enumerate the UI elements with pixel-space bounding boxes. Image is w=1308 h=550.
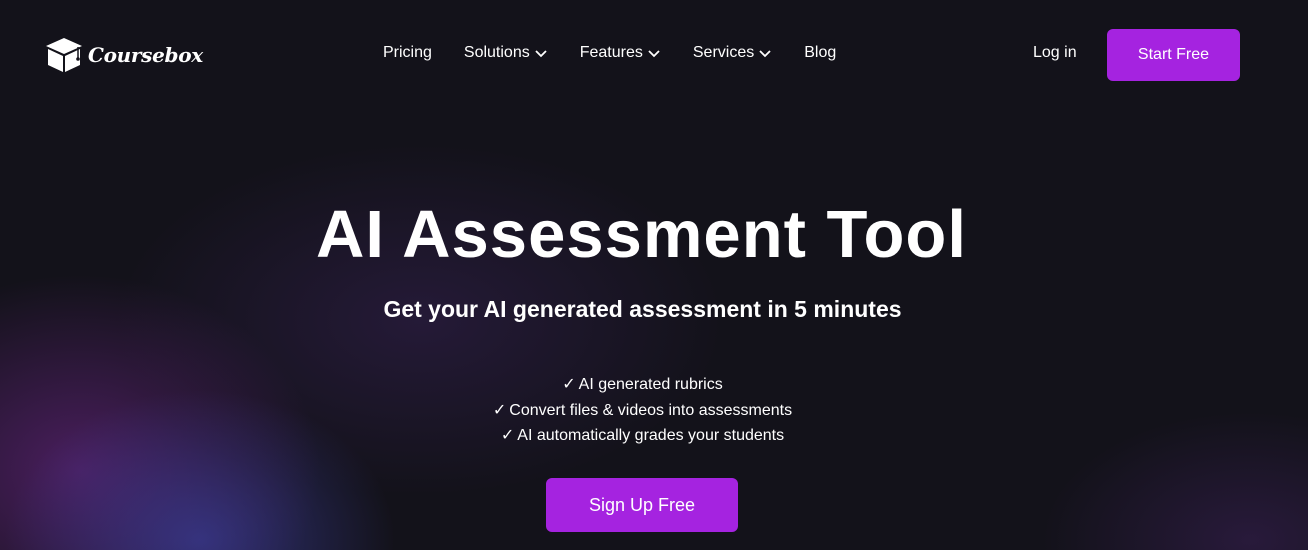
chevron-down-icon bbox=[647, 46, 661, 60]
page-title: AI Assessment Tool bbox=[316, 197, 967, 272]
feature-text: AI generated rubrics bbox=[578, 376, 723, 393]
coursebox-logo[interactable]: Coursebox bbox=[44, 36, 203, 74]
chevron-down-icon bbox=[758, 46, 772, 60]
checkmark-icon: ✓ bbox=[500, 427, 515, 444]
checkmark-icon: ✓ bbox=[562, 376, 576, 393]
sign-up-free-button[interactable]: Sign Up Free bbox=[546, 478, 738, 532]
checkmark-icon: ✓ bbox=[492, 401, 507, 419]
nav-item-services[interactable]: Services bbox=[693, 44, 772, 62]
list-item: ✓ AI automatically grades your students bbox=[0, 423, 1285, 449]
feature-text: Convert files & videos into assessments bbox=[509, 401, 793, 419]
start-free-button[interactable]: Start Free bbox=[1107, 29, 1240, 81]
feature-list: ✓ AI generated rubrics ✓ Convert files & v… bbox=[0, 372, 1285, 449]
nav-item-pricing[interactable]: Pricing bbox=[383, 44, 432, 62]
nav-label: Solutions bbox=[463, 44, 530, 61]
feature-text: AI automatically grades your students bbox=[517, 427, 785, 444]
login-link[interactable]: Log in bbox=[1033, 44, 1077, 62]
nav-label: Services bbox=[692, 44, 755, 61]
list-item: ✓ Convert files & videos into assessments bbox=[0, 398, 1285, 424]
chevron-down-icon bbox=[534, 46, 548, 60]
nav-item-features[interactable]: Features bbox=[580, 44, 661, 62]
graduation-cap-box-icon bbox=[44, 36, 84, 74]
nav-label: Blog bbox=[804, 44, 837, 61]
nav-item-solutions[interactable]: Solutions bbox=[464, 44, 548, 62]
list-item: ✓ AI generated rubrics bbox=[0, 372, 1285, 398]
nav-item-blog[interactable]: Blog bbox=[804, 44, 836, 62]
nav-label: Pricing bbox=[383, 44, 432, 61]
nav-label: Features bbox=[579, 44, 643, 61]
main-nav: Pricing Solutions Features Services Blog bbox=[383, 44, 836, 62]
landing-page: Coursebox Pricing Solutions Features Ser… bbox=[0, 0, 1308, 550]
logo-text: Coursebox bbox=[88, 43, 203, 67]
hero-subtitle: Get your AI generated assessment in 5 mi… bbox=[383, 296, 902, 322]
